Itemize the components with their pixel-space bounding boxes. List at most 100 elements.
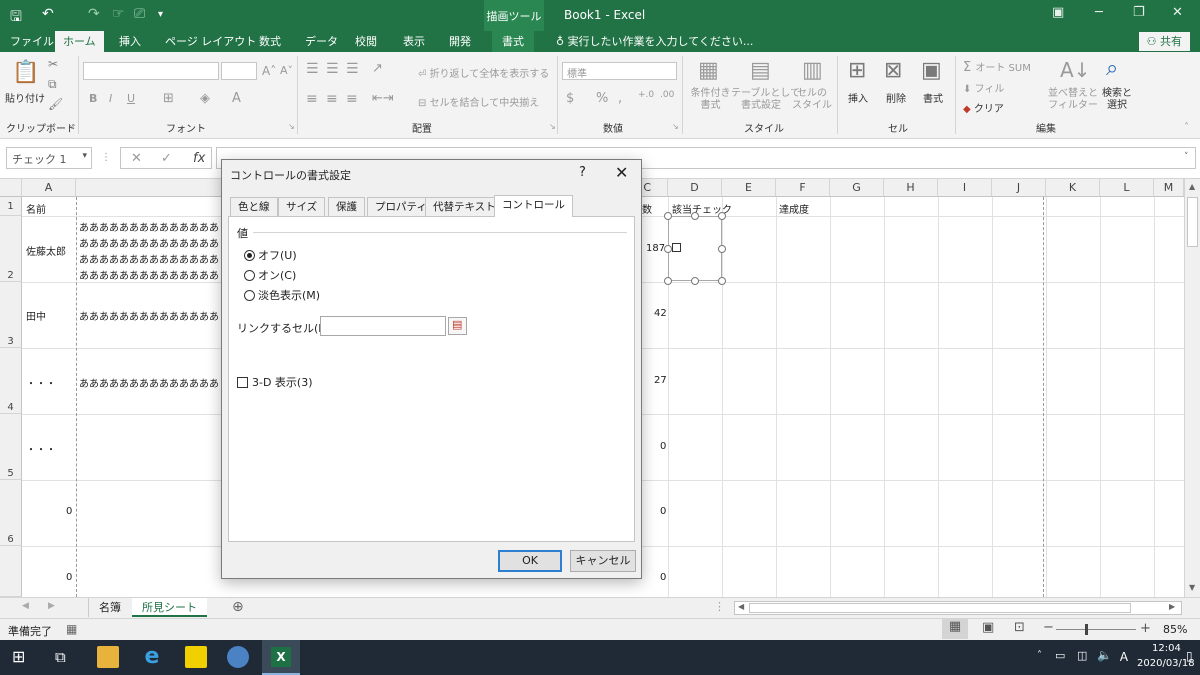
ribbon-display-icon[interactable]: ▣ (1052, 5, 1064, 20)
shrink-font-icon[interactable]: A˅ (280, 64, 293, 77)
dialog-help-button[interactable]: ? (579, 165, 586, 180)
page-layout-view-icon[interactable]: ▣ (982, 620, 994, 635)
column-header-h[interactable]: H (884, 179, 938, 197)
macro-record-icon[interactable]: ▦ (66, 622, 77, 636)
sort-filter-button[interactable]: 並べ替えと フィルター (1046, 88, 1100, 112)
font-color-icon[interactable]: A (232, 91, 241, 106)
resize-handle[interactable] (664, 212, 672, 220)
cell-a4[interactable]: ・・・ (26, 375, 56, 390)
font-name-box[interactable] (83, 62, 219, 80)
insert-cells-icon[interactable]: ⊞ (848, 58, 866, 83)
number-launcher-icon[interactable]: ↘ (672, 122, 679, 131)
radio-on-option[interactable]: オン(C) (244, 267, 296, 283)
tab-split-handle-icon[interactable]: ⋮ (714, 600, 725, 613)
dialog-close-button[interactable]: ✕ (615, 163, 628, 182)
battery-icon[interactable]: ▭ (1055, 649, 1065, 662)
normal-view-icon[interactable]: ▦ (942, 619, 968, 639)
delete-cells-button[interactable]: 削除 (886, 90, 906, 105)
cell-c3[interactable]: 42 (654, 308, 667, 319)
copy-icon[interactable]: ⧉ (48, 77, 57, 92)
name-box-dropdown-icon[interactable]: ▾ (82, 151, 87, 161)
three-d-option[interactable]: 3-D 表示(3) (237, 374, 313, 390)
dialog-tab-protection[interactable]: 保護 (328, 197, 365, 216)
column-header-e[interactable]: E (722, 179, 776, 197)
ime-icon[interactable]: Ａ (1118, 648, 1130, 665)
column-header-g[interactable]: G (830, 179, 884, 197)
find-select-button[interactable]: 検索と 選択 (1100, 88, 1134, 112)
horizontal-scrollbar[interactable]: ◀ ▶ (734, 601, 1182, 615)
cell-c5[interactable]: 0 (660, 441, 666, 452)
clock-time[interactable]: 12:04 (1152, 643, 1181, 654)
clipboard-launcher-icon[interactable]: ↘ (68, 122, 75, 131)
paste-icon[interactable]: 📋 (12, 60, 39, 85)
task-view-icon[interactable]: ⧉ (55, 648, 66, 666)
qat-menu-icon[interactable]: ▾ (158, 9, 163, 20)
cell-c1[interactable]: 数 (642, 201, 652, 216)
indent-icon[interactable]: ⇤⇥ (372, 91, 394, 106)
name-box[interactable]: チェック 1 ▾ (6, 147, 92, 169)
save-icon[interactable]: 🖫 (10, 6, 22, 30)
zoom-out-icon[interactable]: − (1043, 620, 1054, 635)
radio-off-option[interactable]: オフ(U) (244, 247, 297, 263)
fill-color-icon[interactable]: ◈ (200, 91, 210, 106)
checkbox-control[interactable] (672, 243, 681, 252)
share-button[interactable]: ⚇ 共有 (1138, 32, 1190, 51)
currency-icon[interactable]: $ (566, 91, 574, 106)
zoom-level[interactable]: 85% (1163, 623, 1187, 636)
fill-button[interactable]: ⬇ フィル (963, 80, 1004, 95)
zoom-in-icon[interactable]: + (1140, 621, 1151, 636)
customize-icon[interactable]: ⎚ (134, 6, 145, 22)
align-right-icon[interactable]: ≡ (346, 91, 358, 107)
cell-styles-icon[interactable]: ▥ (802, 58, 823, 83)
dialog-tab-size[interactable]: サイズ (278, 197, 326, 216)
cell-picker-button[interactable]: ▤ (448, 317, 467, 335)
internet-explorer-icon[interactable]: e (141, 646, 163, 668)
show-hidden-icons-icon[interactable]: ˄ (1037, 650, 1042, 661)
notifications-icon[interactable]: ▯ (1186, 649, 1193, 663)
column-header-a[interactable]: A (22, 179, 76, 197)
cut-icon[interactable]: ✂ (48, 57, 58, 71)
dialog-tab-alt-text[interactable]: 代替テキスト (425, 197, 504, 216)
horizontal-scroll-thumb[interactable] (749, 603, 1131, 613)
column-header-j[interactable]: J (992, 179, 1046, 197)
row-header-5[interactable]: 5 (0, 414, 22, 480)
ok-button[interactable]: OK (498, 550, 562, 572)
conditional-format-icon[interactable]: ▦ (698, 58, 719, 83)
insert-function-icon[interactable]: fx (193, 151, 205, 166)
cell-a7[interactable]: 0 (66, 572, 72, 583)
cell-a2[interactable]: 佐藤太郎 (26, 243, 66, 258)
align-left-icon[interactable]: ≡ (306, 91, 318, 107)
font-size-box[interactable] (221, 62, 257, 80)
cell-b2-line[interactable]: ああああああああああああああ (79, 235, 219, 250)
column-header-k[interactable]: K (1046, 179, 1100, 197)
tab-formulas[interactable]: 数式 (259, 31, 281, 52)
cell-styles-button[interactable]: セルの スタイル (792, 88, 832, 112)
radio-on[interactable] (244, 269, 255, 281)
alignment-launcher-icon[interactable]: ↘ (549, 122, 556, 131)
radio-mixed-option[interactable]: 淡色表示(M) (244, 287, 320, 303)
cell-a1[interactable]: 名前 (26, 201, 46, 216)
page-break-view-icon[interactable]: ⊡ (1014, 620, 1025, 635)
tab-data[interactable]: データ (305, 31, 338, 52)
row-header-2[interactable]: 2 (0, 216, 22, 282)
resize-handle[interactable] (718, 245, 726, 253)
scroll-up-icon[interactable]: ▲ (1189, 182, 1195, 191)
tab-developer[interactable]: 開発 (449, 31, 471, 52)
format-cells-button[interactable]: 書式 (923, 90, 943, 105)
tab-page-layout[interactable]: ページ レイアウト (165, 31, 256, 52)
sheet-tab-shoken[interactable]: 所見シート (132, 598, 207, 617)
dialog-tab-colors-lines[interactable]: 色と線 (230, 197, 278, 216)
decrease-decimal-icon[interactable]: .00 (660, 90, 674, 100)
underline-button[interactable]: U (127, 92, 135, 105)
sheet-tab-meibo[interactable]: 名簿 (88, 598, 131, 617)
column-header-m[interactable]: M (1154, 179, 1184, 197)
paint-icon[interactable] (227, 646, 249, 668)
touch-mode-icon[interactable]: ☞ (112, 6, 125, 22)
dialog-tab-control[interactable]: コントロール (494, 195, 573, 217)
orientation-icon[interactable]: ↗ (372, 61, 383, 76)
wrap-text-button[interactable]: ⏎ 折り返して全体を表示する (418, 65, 549, 80)
conditional-format-button[interactable]: 条件付き 書式 (688, 88, 733, 112)
search-icon[interactable]: ⌕ (1106, 56, 1118, 81)
tab-file[interactable]: ファイル (10, 31, 54, 52)
redo-icon[interactable]: ↷ (88, 6, 100, 22)
